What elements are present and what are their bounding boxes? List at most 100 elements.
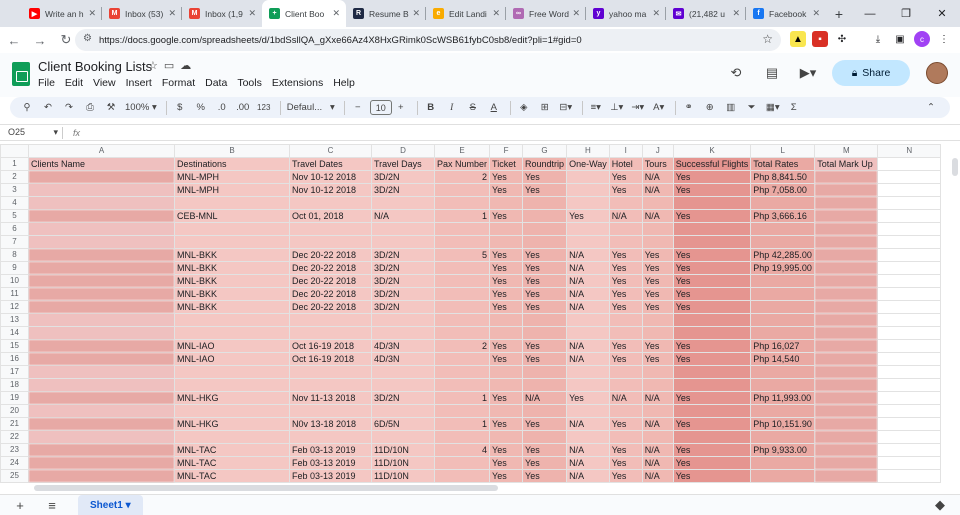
cell-a5[interactable]: 1	[28, 209, 175, 223]
cell-b15[interactable]: MNL-IAO	[174, 339, 290, 353]
row-header[interactable]: 3	[0, 183, 29, 197]
cell-n2[interactable]	[877, 170, 942, 184]
all-sheets-icon[interactable]: ≡	[40, 495, 64, 515]
cell-d12[interactable]: 3D/2N	[371, 300, 435, 314]
cell-b13[interactable]	[174, 313, 290, 327]
cell-i19[interactable]: N/A	[608, 391, 643, 405]
row-header[interactable]: 2	[0, 170, 29, 184]
cell-j6[interactable]	[641, 222, 674, 236]
cell-g9[interactable]: Yes	[522, 261, 568, 275]
row-header[interactable]: 20	[0, 404, 29, 418]
cell-c15[interactable]: Oct 16-19 2018	[289, 339, 372, 353]
download-icon[interactable]: ⤓	[870, 31, 886, 47]
cell-f21[interactable]: Yes	[489, 417, 524, 431]
row-header[interactable]: 18	[0, 378, 29, 392]
cell-c14[interactable]	[289, 326, 372, 340]
row-header[interactable]: 13	[0, 313, 29, 327]
cell-f17[interactable]	[489, 365, 524, 379]
puzzle-icon[interactable]: ✣	[834, 31, 850, 47]
cell-c22[interactable]	[289, 430, 372, 444]
close-tab-icon[interactable]: ✕	[812, 8, 820, 19]
browser-tab[interactable]: ∞ Free Word ✕	[506, 0, 586, 27]
close-tab-icon[interactable]: ✕	[332, 8, 340, 19]
cell-f14[interactable]	[489, 326, 524, 340]
cell-m11[interactable]	[814, 287, 879, 301]
cell-a23[interactable]: 1	[28, 443, 175, 457]
row-header[interactable]: 11	[0, 287, 29, 301]
cell-e14[interactable]	[433, 326, 491, 340]
cell-d5[interactable]: N/A	[371, 209, 435, 223]
cell-j1[interactable]: Tours	[641, 157, 674, 171]
cell-e15[interactable]: 2	[433, 339, 491, 353]
row-header[interactable]: 4	[0, 196, 29, 210]
cell-j22[interactable]	[641, 430, 674, 444]
cell-n9[interactable]	[877, 261, 942, 275]
cell-d20[interactable]	[371, 404, 435, 418]
cell-i17[interactable]	[608, 365, 643, 379]
menu-tools[interactable]: Tools	[237, 77, 262, 89]
row-header[interactable]: 5	[0, 209, 29, 223]
cell-k17[interactable]	[672, 365, 752, 379]
cell-i3[interactable]: Yes	[608, 183, 643, 197]
cell-l2[interactable]: Php 8,841.50	[750, 170, 816, 184]
cell-f2[interactable]: Yes	[489, 170, 524, 184]
cell-b16[interactable]: MNL-IAO	[174, 352, 290, 366]
cell-i8[interactable]: Yes	[608, 248, 643, 262]
column-header-c[interactable]: C	[289, 144, 372, 158]
cell-j17[interactable]	[641, 365, 674, 379]
cell-g21[interactable]: Yes	[522, 417, 568, 431]
cell-h8[interactable]: N/A	[566, 248, 610, 262]
cell-n3[interactable]	[877, 183, 942, 197]
cell-m24[interactable]	[814, 456, 879, 470]
cell-h21[interactable]: N/A	[566, 417, 610, 431]
column-header-n[interactable]: N	[877, 144, 942, 158]
row-header[interactable]: 17	[0, 365, 29, 379]
cell-d4[interactable]	[371, 196, 435, 210]
browser-tab[interactable]: f Facebook ✕	[746, 0, 826, 27]
cell-f7[interactable]	[489, 235, 524, 249]
cell-c12[interactable]: Dec 20-22 2018	[289, 300, 372, 314]
cell-b1[interactable]: Destinations	[174, 157, 290, 171]
cell-h9[interactable]: N/A	[566, 261, 610, 275]
cell-j4[interactable]	[641, 196, 674, 210]
row-header[interactable]: 16	[0, 352, 29, 366]
cell-h4[interactable]	[566, 196, 610, 210]
cell-n21[interactable]	[877, 417, 942, 431]
more-formats-button[interactable]: 123	[255, 99, 273, 117]
cell-m25[interactable]	[814, 469, 879, 483]
row-header[interactable]: 22	[0, 430, 29, 444]
share-button[interactable]: 🔒︎ Share	[832, 60, 910, 86]
cell-n25[interactable]	[877, 469, 942, 483]
cell-k19[interactable]: Yes	[672, 391, 752, 405]
text-rotation-icon[interactable]: A▾	[650, 99, 668, 117]
cell-l16[interactable]: Php 14,540	[750, 352, 816, 366]
cell-b22[interactable]	[174, 430, 290, 444]
cell-n19[interactable]	[877, 391, 942, 405]
corner-cell[interactable]	[0, 144, 29, 158]
cell-e13[interactable]	[433, 313, 491, 327]
vertical-align-icon[interactable]: ⊥▾	[608, 99, 626, 117]
cell-m21[interactable]	[814, 417, 879, 431]
cell-a10[interactable]: 3.	[28, 274, 175, 288]
cell-l24[interactable]	[750, 456, 816, 470]
redo-icon[interactable]: ↷	[60, 99, 78, 117]
cell-e17[interactable]	[433, 365, 491, 379]
cell-j20[interactable]	[641, 404, 674, 418]
cell-f12[interactable]: Yes	[489, 300, 524, 314]
cell-a14[interactable]	[28, 326, 175, 340]
cell-n14[interactable]	[877, 326, 942, 340]
insert-comment-icon[interactable]: ⊕	[701, 99, 719, 117]
cell-j21[interactable]: N/A	[641, 417, 674, 431]
back-icon[interactable]: ←	[2, 28, 26, 52]
sheets-logo-icon[interactable]	[12, 62, 30, 86]
insert-link-icon[interactable]: ⚭	[680, 99, 698, 117]
browser-tab[interactable]: e Edit Landi ✕	[426, 0, 506, 27]
close-tab-icon[interactable]: ✕	[88, 8, 96, 19]
row-header[interactable]: 7	[0, 235, 29, 249]
cell-n7[interactable]	[877, 235, 942, 249]
cell-a13[interactable]	[28, 313, 175, 327]
cell-f24[interactable]: Yes	[489, 456, 524, 470]
column-header-f[interactable]: F	[489, 144, 524, 158]
cell-i4[interactable]	[608, 196, 643, 210]
profile-icon[interactable]: c	[914, 31, 930, 47]
